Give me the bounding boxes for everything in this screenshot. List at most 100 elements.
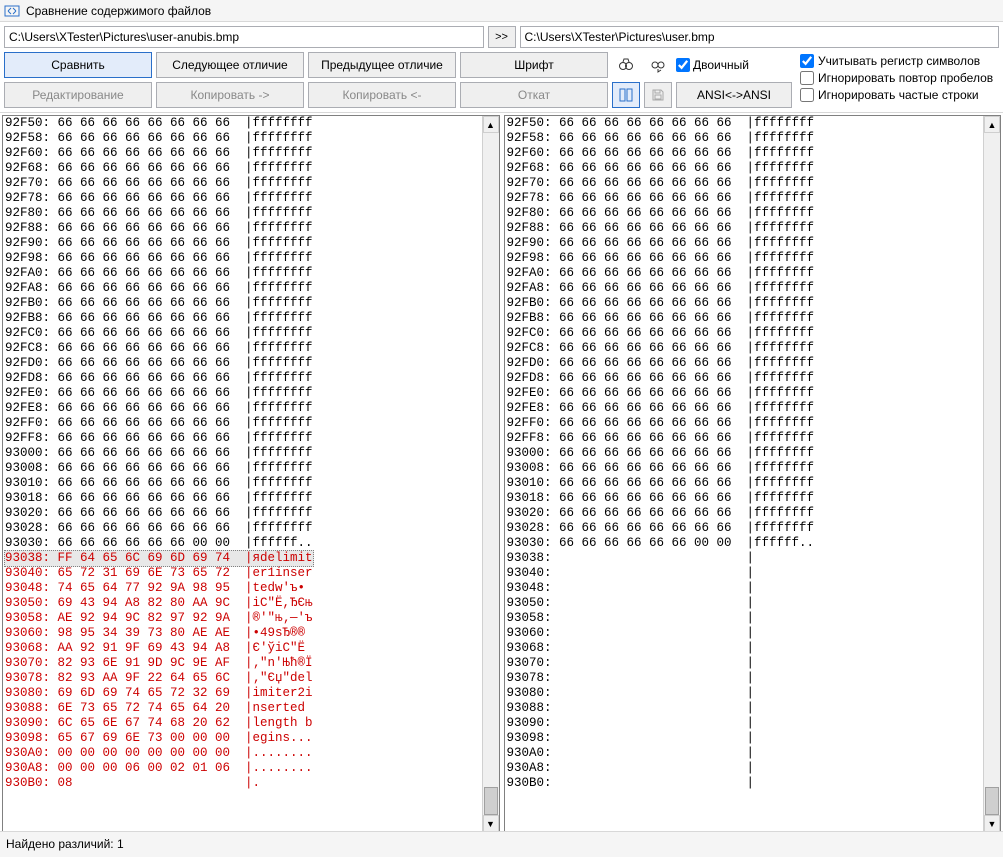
hex-line: 93048: 74 65 64 77 92 9A 98 95 |tedw'ъ• [5,581,497,596]
hex-line: 93008: 66 66 66 66 66 66 66 66 |ffffffff [507,461,999,476]
opt-spaces[interactable]: Игнорировать повтор пробелов [800,69,993,86]
hex-line: 92F98: 66 66 66 66 66 66 66 66 |ffffffff [5,251,497,266]
hex-line: 93050: | [507,596,999,611]
compare-button[interactable]: Сравнить [4,52,152,78]
hex-line: 92F60: 66 66 66 66 66 66 66 66 |ffffffff [507,146,999,161]
scroll-up-icon[interactable]: ▲ [984,116,1000,133]
hex-line: 93068: AA 92 91 9F 69 43 94 A8 |Є'ўiC"Ё [5,641,497,656]
hex-line: 92FC8: 66 66 66 66 66 66 66 66 |ffffffff [507,341,999,356]
hex-line: 93088: 6E 73 65 72 74 65 64 20 |nserted [5,701,497,716]
hex-line: 93038: FF 64 65 6C 69 6D 69 74 |яdelimit [5,551,497,566]
hex-line: 92FE0: 66 66 66 66 66 66 66 66 |ffffffff [5,386,497,401]
hex-line: 92FA0: 66 66 66 66 66 66 66 66 |ffffffff [5,266,497,281]
path-row: >> [0,22,1003,52]
swap-button[interactable]: >> [488,26,516,48]
hex-line: 93098: | [507,731,999,746]
hex-line: 93030: 66 66 66 66 66 66 00 00 |ffffff.. [507,536,999,551]
path-left-input[interactable] [4,26,484,48]
binoculars-icon[interactable] [612,52,640,78]
hex-line: 92FF0: 66 66 66 66 66 66 66 66 |ffffffff [507,416,999,431]
rollback-button[interactable]: Откат [460,82,608,108]
hex-line: 92FD8: 66 66 66 66 66 66 66 66 |ffffffff [5,371,497,386]
hex-right[interactable]: 92F50: 66 66 66 66 66 66 66 66 |ffffffff… [505,116,1001,791]
hex-line: 93000: 66 66 66 66 66 66 66 66 |ffffffff [5,446,497,461]
binary-checkbox[interactable] [676,58,690,72]
hex-line: 92F78: 66 66 66 66 66 66 66 66 |ffffffff [507,191,999,206]
hex-line: 92FF8: 66 66 66 66 66 66 66 66 |ffffffff [5,431,497,446]
hex-line: 93070: 82 93 6E 91 9D 9C 9E AF |‚"n'Њћ®Ï [5,656,497,671]
hex-line: 93078: 82 93 AA 9F 22 64 65 6C |‚"Єџ"del [5,671,497,686]
hex-line: 93048: | [507,581,999,596]
hex-line: 92FE8: 66 66 66 66 66 66 66 66 |ffffffff [5,401,497,416]
binary-checkbox-label[interactable]: Двоичный [676,52,749,78]
scroll-thumb[interactable] [484,787,498,815]
hex-line: 93058: | [507,611,999,626]
hex-line: 92FD0: 66 66 66 66 66 66 66 66 |ffffffff [5,356,497,371]
hex-line: 93070: | [507,656,999,671]
hex-line: 92F70: 66 66 66 66 66 66 66 66 |ffffffff [5,176,497,191]
hex-line: 93058: AE 92 94 9C 82 97 92 9A |®'"њ‚—'ъ [5,611,497,626]
copy-left-button[interactable]: Копировать <- [308,82,456,108]
binoculars-next-icon[interactable] [644,52,672,78]
hex-line: 92F58: 66 66 66 66 66 66 66 66 |ffffffff [507,131,999,146]
save-button[interactable] [644,82,672,108]
hex-line: 93010: 66 66 66 66 66 66 66 66 |ffffffff [5,476,497,491]
status-text: Найдено различий: 1 [6,837,124,851]
scrollbar-left[interactable]: ▲ ▼ [482,116,499,832]
hex-line: 92F98: 66 66 66 66 66 66 66 66 |ffffffff [507,251,999,266]
hex-line: 92F88: 66 66 66 66 66 66 66 66 |ffffffff [5,221,497,236]
hex-line: 93040: 65 72 31 69 6E 73 65 72 |er1inser [5,566,497,581]
hex-line: 930A8: 00 00 00 06 00 02 01 06 |........ [5,761,497,776]
hex-line: 92F80: 66 66 66 66 66 66 66 66 |ffffffff [507,206,999,221]
hex-line: 92F68: 66 66 66 66 66 66 66 66 |ffffffff [5,161,497,176]
hex-line: 92FB0: 66 66 66 66 66 66 66 66 |ffffffff [507,296,999,311]
hex-line: 92FC0: 66 66 66 66 66 66 66 66 |ffffffff [507,326,999,341]
hex-line: 92FF8: 66 66 66 66 66 66 66 66 |ffffffff [507,431,999,446]
copy-right-button[interactable]: Копировать -> [156,82,304,108]
scroll-track[interactable] [984,133,1000,815]
hex-line: 930B0: | [507,776,999,791]
hex-line: 92F78: 66 66 66 66 66 66 66 66 |ffffffff [5,191,497,206]
hex-line: 92F80: 66 66 66 66 66 66 66 66 |ffffffff [5,206,497,221]
options-group: Учитывать регистр символов Игнорировать … [796,52,993,103]
left-pane[interactable]: 92F50: 66 66 66 66 66 66 66 66 |ffffffff… [2,115,500,833]
scroll-down-icon[interactable]: ▼ [984,815,1000,832]
hex-line: 92FC8: 66 66 66 66 66 66 66 66 |ffffffff [5,341,497,356]
next-diff-button[interactable]: Следующее отличие [156,52,304,78]
hex-line: 92FD8: 66 66 66 66 66 66 66 66 |ffffffff [507,371,999,386]
hex-line: 92F90: 66 66 66 66 66 66 66 66 |ffffffff [507,236,999,251]
scroll-track[interactable] [483,133,499,815]
prev-diff-button[interactable]: Предыдущее отличие [308,52,456,78]
hex-line: 92FA8: 66 66 66 66 66 66 66 66 |ffffffff [5,281,497,296]
hex-line: 92FB8: 66 66 66 66 66 66 66 66 |ffffffff [5,311,497,326]
hex-line: 93040: | [507,566,999,581]
hex-line: 92FA0: 66 66 66 66 66 66 66 66 |ffffffff [507,266,999,281]
hex-line: 93068: | [507,641,999,656]
hex-left[interactable]: 92F50: 66 66 66 66 66 66 66 66 |ffffffff… [3,116,499,791]
opt-case[interactable]: Учитывать регистр символов [800,52,993,69]
path-right-input[interactable] [520,26,1000,48]
scroll-up-icon[interactable]: ▲ [483,116,499,133]
window-title: Сравнение содержимого файлов [26,4,211,18]
hex-line: 92F70: 66 66 66 66 66 66 66 66 |ffffffff [507,176,999,191]
scroll-down-icon[interactable]: ▼ [483,815,499,832]
hex-line: 93028: 66 66 66 66 66 66 66 66 |ffffffff [5,521,497,536]
right-pane[interactable]: 92F50: 66 66 66 66 66 66 66 66 |ffffffff… [504,115,1002,833]
hex-line: 92F88: 66 66 66 66 66 66 66 66 |ffffffff [507,221,999,236]
scrollbar-right[interactable]: ▲ ▼ [983,116,1000,832]
edit-button[interactable]: Редактирование [4,82,152,108]
hex-line: 93030: 66 66 66 66 66 66 00 00 |ffffff.. [5,536,497,551]
hex-line: 930A0: 00 00 00 00 00 00 00 00 |........ [5,746,497,761]
view-toggle-button[interactable] [612,82,640,108]
hex-line: 93008: 66 66 66 66 66 66 66 66 |ffffffff [5,461,497,476]
hex-line: 930A8: | [507,761,999,776]
hex-line: 92F50: 66 66 66 66 66 66 66 66 |ffffffff [507,116,999,131]
hex-line: 93050: 69 43 94 A8 82 80 AA 9C |iC"Ё,ЂЄњ [5,596,497,611]
scroll-thumb[interactable] [985,787,999,815]
encoding-button[interactable]: ANSI<->ANSI [676,82,792,108]
opt-freq[interactable]: Игнорировать частые строки [800,86,993,103]
hex-line: 93080: 69 6D 69 74 65 72 32 69 |imiter2i [5,686,497,701]
font-button[interactable]: Шрифт [460,52,608,78]
title-bar: Сравнение содержимого файлов [0,0,1003,22]
hex-line: 92F68: 66 66 66 66 66 66 66 66 |ffffffff [507,161,999,176]
